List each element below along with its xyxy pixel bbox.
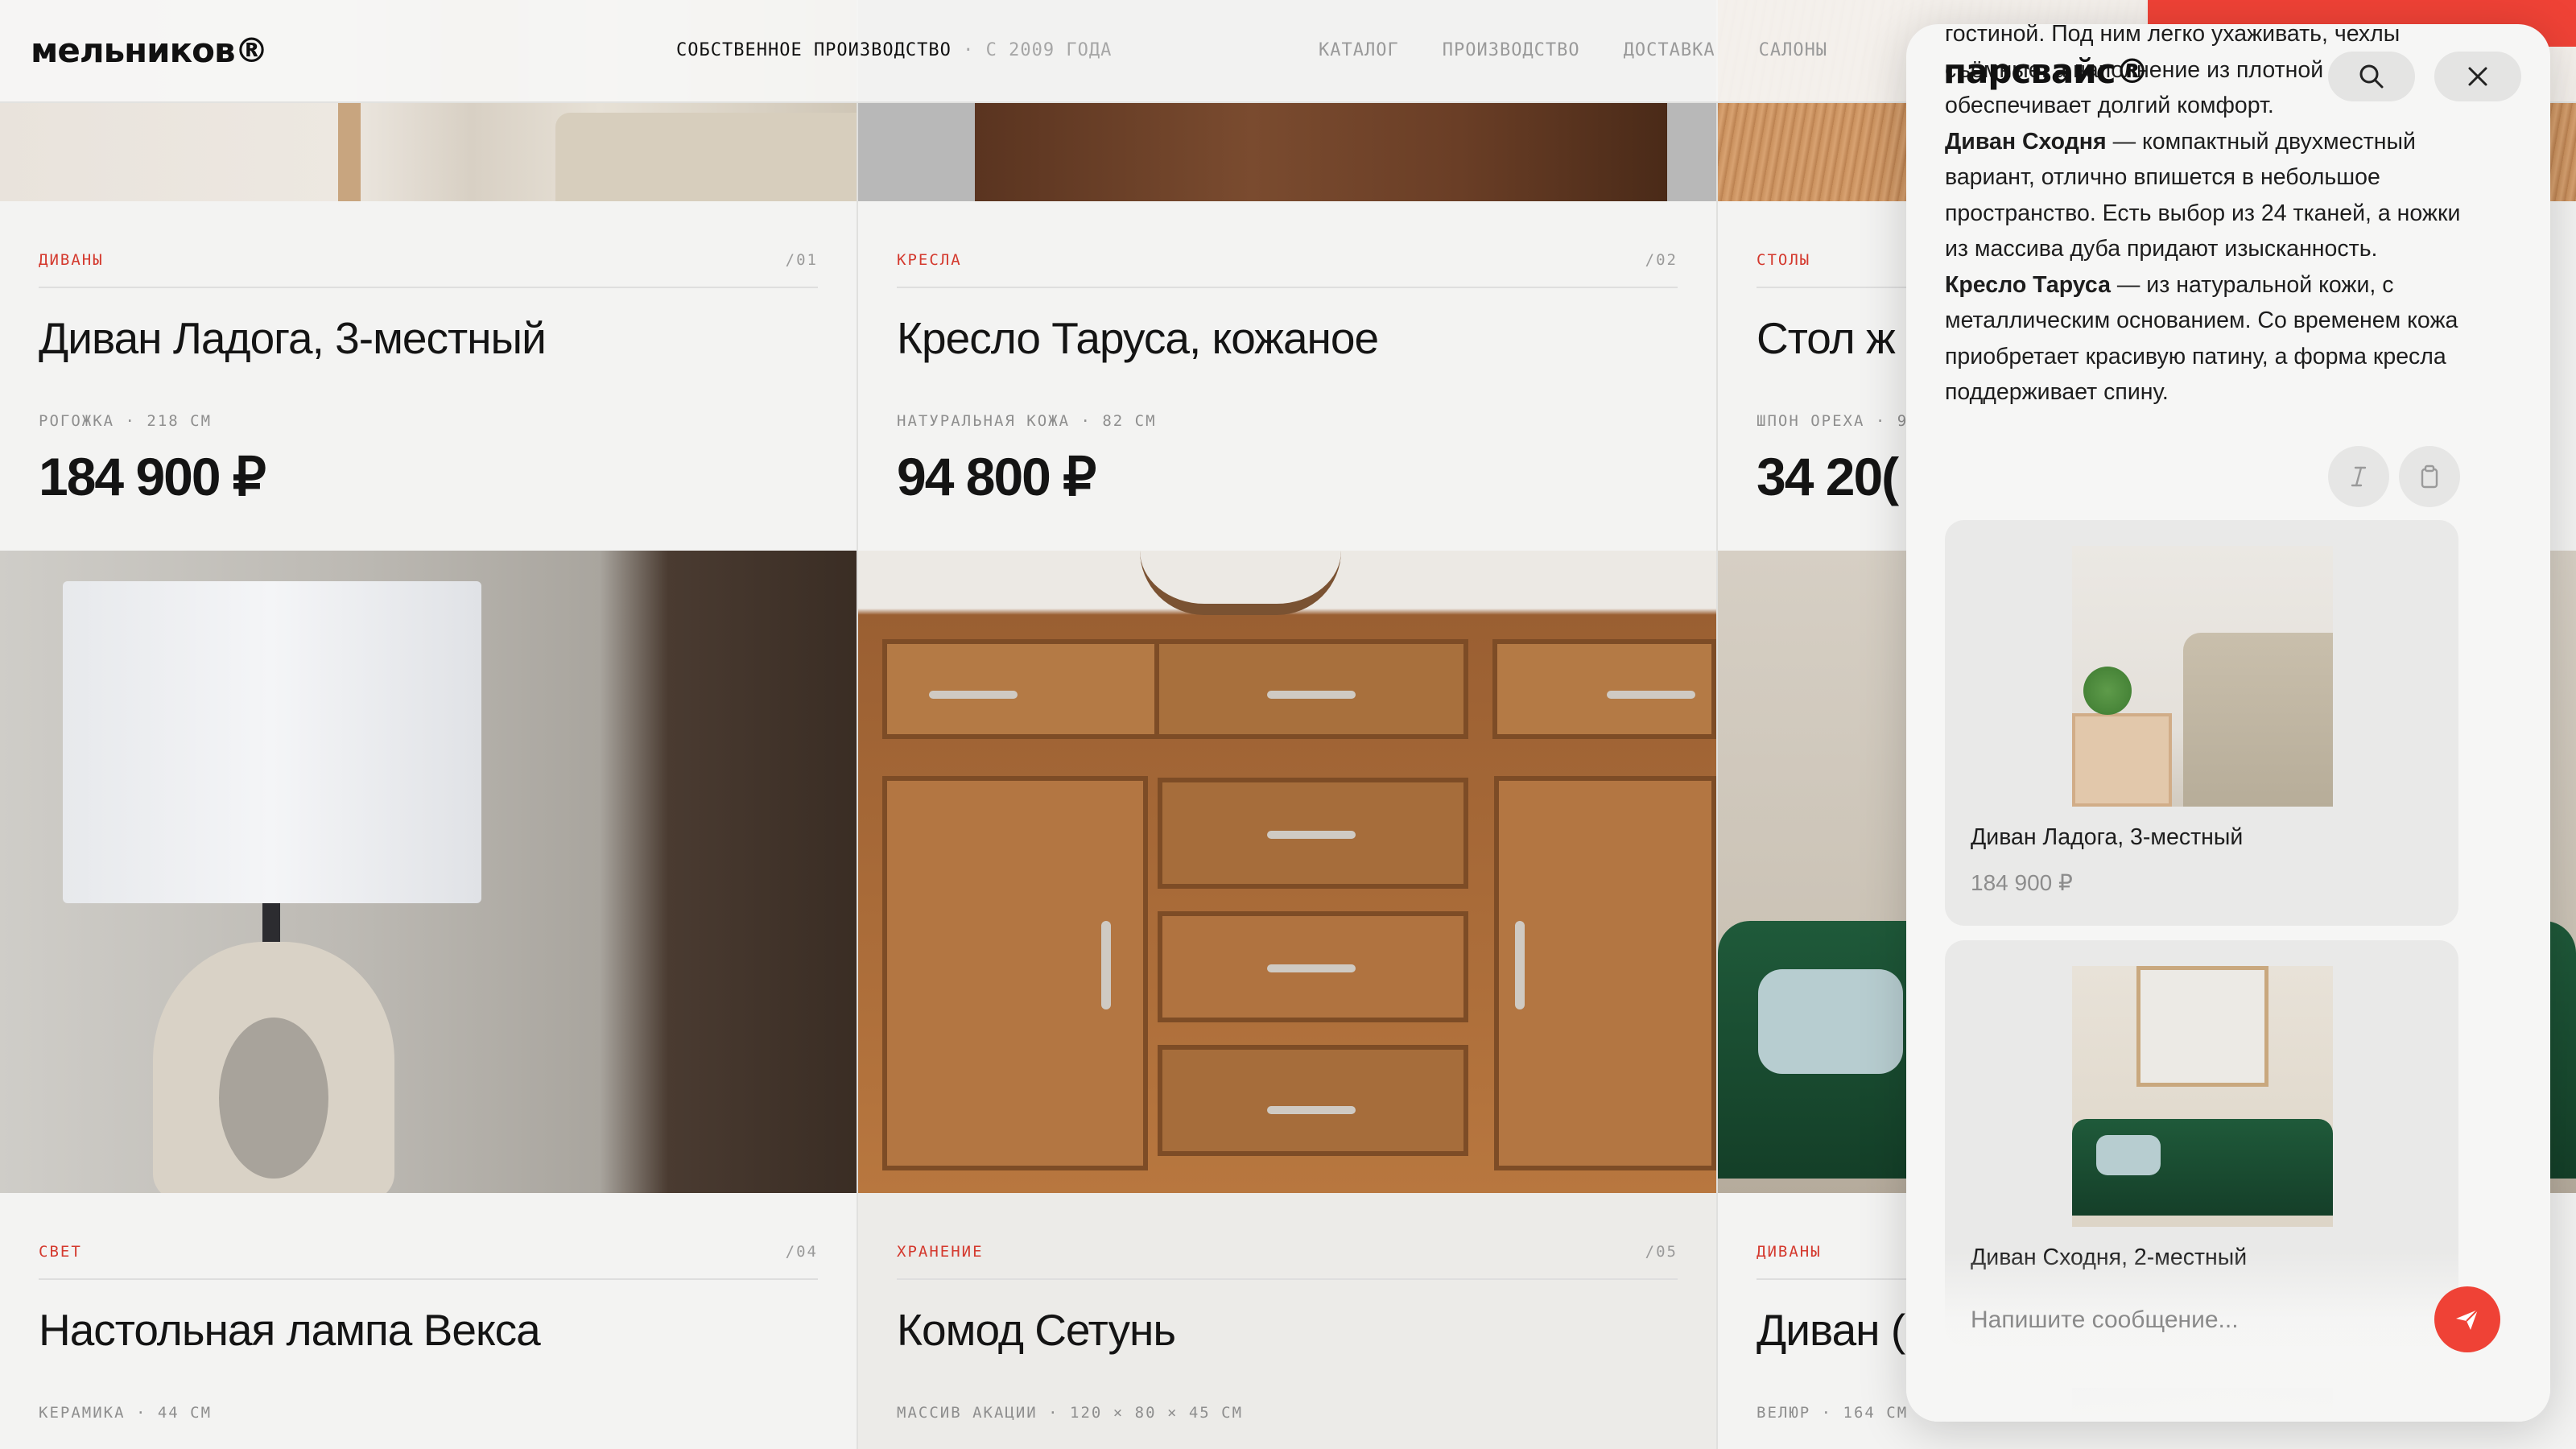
divider <box>39 287 818 288</box>
message-paragraph: Кресло Таруса — из натуральной кожи, с м… <box>1945 267 2468 411</box>
suggestion-price: 184 900 ₽ <box>1971 870 2073 895</box>
product-thumbnail <box>2072 546 2333 807</box>
chat-panel: гостиной. Под ним легко ухаживать, чехлы… <box>1906 24 2550 1422</box>
divider <box>897 287 1678 288</box>
product-category: ДИВАНЫ <box>1757 1243 1822 1261</box>
product-card[interactable]: КРЕСЛА /02 Кресло Таруса, кожаное НАТУРА… <box>858 201 1716 551</box>
product-image-dresser-setun[interactable] <box>858 551 1716 1193</box>
product-suggestion-card[interactable]: Диван Ладога, 3-местный 184 900 ₽ <box>1945 520 2458 926</box>
divider <box>39 1278 818 1280</box>
nav-catalog[interactable]: КАТАЛОГ <box>1319 40 1399 60</box>
main-nav: КАТАЛОГ ПРОИЗВОДСТВО ДОСТАВКА САЛОНЫ <box>1319 40 1827 60</box>
site-logo[interactable]: мельников® <box>31 31 269 70</box>
format-italic-button[interactable] <box>2328 446 2389 507</box>
product-meta: РОГОЖКА · 218 СМ <box>39 412 213 430</box>
chat-close-button[interactable] <box>2434 52 2521 101</box>
tagline-sub: · С 2009 ГОДА <box>963 40 1113 60</box>
product-category: СТОЛЫ <box>1757 251 1811 269</box>
message-line: гостиной. Под ним легко ухаживать, чехлы <box>1945 24 2401 47</box>
product-title[interactable]: Диван Ладога, 3-местный <box>39 312 547 364</box>
product-title[interactable]: Комод Сетунь <box>897 1304 1176 1356</box>
product-price: 184 900 ₽ <box>39 447 266 506</box>
product-meta: НАТУРАЛЬНАЯ КОЖА · 82 СМ <box>897 412 1157 430</box>
italic-icon <box>2351 466 2367 487</box>
product-thumbnail <box>2072 966 2333 1227</box>
product-card[interactable]: СВЕТ /04 Настольная лампа Векса КЕРАМИКА… <box>0 1193 857 1449</box>
product-title[interactable]: Стол ж <box>1757 312 1896 364</box>
product-meta: МАССИВ АКАЦИИ · 120 × 80 × 45 СМ <box>897 1404 1244 1422</box>
product-meta: КЕРАМИКА · 44 СМ <box>39 1404 213 1422</box>
product-title[interactable]: Диван ( <box>1757 1304 1905 1356</box>
suggestion-name: Диван Ладога, 3-местный <box>1971 824 2244 850</box>
product-title[interactable]: Кресло Таруса, кожаное <box>897 312 1379 364</box>
product-meta: ШПОН ОРЕХА · 9 <box>1757 412 1909 430</box>
product-meta: ВЕЛЮР · 164 СМ <box>1757 1404 1909 1422</box>
send-button[interactable] <box>2434 1286 2500 1352</box>
header-tagline: СОБСТВЕННОЕ ПРОИЗВОДСТВО · С 2009 ГОДА <box>676 40 1112 60</box>
search-icon <box>2359 64 2384 89</box>
product-category: ДИВАНЫ <box>39 251 104 269</box>
send-icon <box>2456 1309 2479 1330</box>
divider <box>897 1278 1678 1280</box>
product-number: /04 <box>785 1243 818 1261</box>
message-product-name: Диван Сходня <box>1945 128 2107 155</box>
message-product-name: Кресло Таруса <box>1945 271 2111 298</box>
product-number: /05 <box>1645 1243 1678 1261</box>
message-input[interactable] <box>1971 1296 2405 1344</box>
nav-production[interactable]: ПРОИЗВОДСТВО <box>1443 40 1580 60</box>
close-icon <box>2468 67 2487 86</box>
product-category: СВЕТ <box>39 1243 82 1261</box>
clipboard-icon <box>2421 464 2438 489</box>
nav-delivery[interactable]: ДОСТАВКА <box>1624 40 1715 60</box>
nav-salons[interactable]: САЛОНЫ <box>1759 40 1827 60</box>
product-category: ХРАНЕНИЕ <box>897 1243 984 1261</box>
tagline-main: СОБСТВЕННОЕ ПРОИЗВОДСТВО <box>676 40 952 60</box>
product-price: 94 800 ₽ <box>897 447 1096 506</box>
product-category: КРЕСЛА <box>897 251 962 269</box>
product-card[interactable]: ХРАНЕНИЕ /05 Комод Сетунь МАССИВ АКАЦИИ … <box>858 1193 1716 1449</box>
chat-search-button[interactable] <box>2328 52 2415 101</box>
product-title[interactable]: Настольная лампа Векса <box>39 1304 541 1356</box>
product-image-lamp-veksa[interactable] <box>0 551 857 1193</box>
product-card[interactable]: ДИВАНЫ /01 Диван Ладога, 3-местный РОГОЖ… <box>0 201 857 551</box>
product-price: 34 20( <box>1757 447 1899 506</box>
copy-button[interactable] <box>2399 446 2460 507</box>
message-paragraph: Диван Сходня — компактный двухместный ва… <box>1945 124 2468 267</box>
product-number: /01 <box>785 251 818 269</box>
product-number: /02 <box>1645 251 1678 269</box>
chat-brand: парсвайс® <box>1943 52 2149 91</box>
